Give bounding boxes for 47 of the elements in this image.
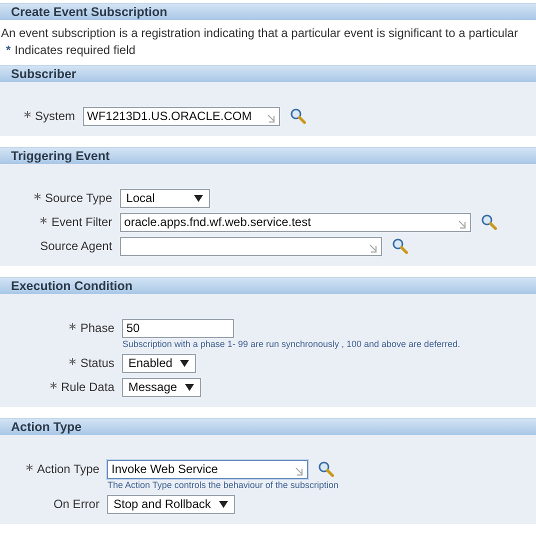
search-icon[interactable]: [481, 214, 498, 230]
input-field[interactable]: Invoke Web Service: [107, 460, 308, 478]
field-label: Status: [80, 355, 114, 372]
hint-text: The Action Type controls the behaviour of the subscription: [107, 480, 338, 490]
required-icon: [24, 110, 31, 118]
page-title: Create Event Subscription: [11, 5, 168, 19]
caret-icon: [180, 360, 190, 366]
input-field[interactable]: oracle.apps.fnd.wf.web.service.test: [120, 212, 472, 232]
required-icon: [69, 322, 76, 330]
section-title: Execution Condition: [11, 279, 133, 293]
field-label: Event Filter: [51, 214, 112, 231]
input-field[interactable]: 50: [122, 318, 234, 338]
field-label: System: [35, 108, 76, 125]
resize-icon: [267, 114, 276, 122]
required-icon: [50, 382, 57, 388]
dropdown[interactable]: Message: [122, 378, 202, 396]
dropdown[interactable]: Stop and Rollback: [107, 494, 235, 514]
caret-icon: [194, 194, 204, 202]
required-mark: *: [6, 43, 11, 57]
search-icon[interactable]: [290, 108, 306, 124]
field-label: On Error: [53, 496, 100, 513]
resize-icon: [295, 466, 304, 476]
input-field[interactable]: [120, 236, 382, 256]
section-title: Triggering Event: [11, 149, 110, 163]
search-icon[interactable]: [318, 461, 334, 477]
required-icon: [69, 358, 76, 364]
section-title: Subscriber: [11, 67, 76, 81]
required-note: Indicates required field: [14, 43, 136, 57]
hint-text: Subscription with a phase 1- 99 are run synchronously , 100 and above are deferred.: [122, 339, 460, 349]
caret-icon: [185, 384, 194, 390]
field-label: Phase: [80, 320, 114, 337]
required-icon: [26, 464, 33, 470]
dropdown[interactable]: Enabled: [122, 354, 196, 372]
section-title: Action Type: [11, 420, 82, 434]
resize-icon: [458, 220, 468, 228]
search-icon[interactable]: [392, 238, 408, 254]
description-text: An event subscription is a registration indicating that a particular event is significant to a particular: [1, 26, 519, 40]
input-field[interactable]: WF1213D1.US.ORACLE.COM: [83, 106, 280, 126]
required-icon: [34, 192, 41, 200]
field-label: Action Type: [37, 461, 100, 478]
field-label: Source Type: [45, 190, 112, 207]
field-label: Rule Data: [61, 379, 114, 396]
dropdown[interactable]: Local: [120, 188, 210, 208]
required-icon: [40, 216, 48, 224]
resize-icon: [369, 244, 378, 252]
caret-icon: [218, 500, 228, 508]
field-label: Source Agent: [40, 238, 112, 255]
